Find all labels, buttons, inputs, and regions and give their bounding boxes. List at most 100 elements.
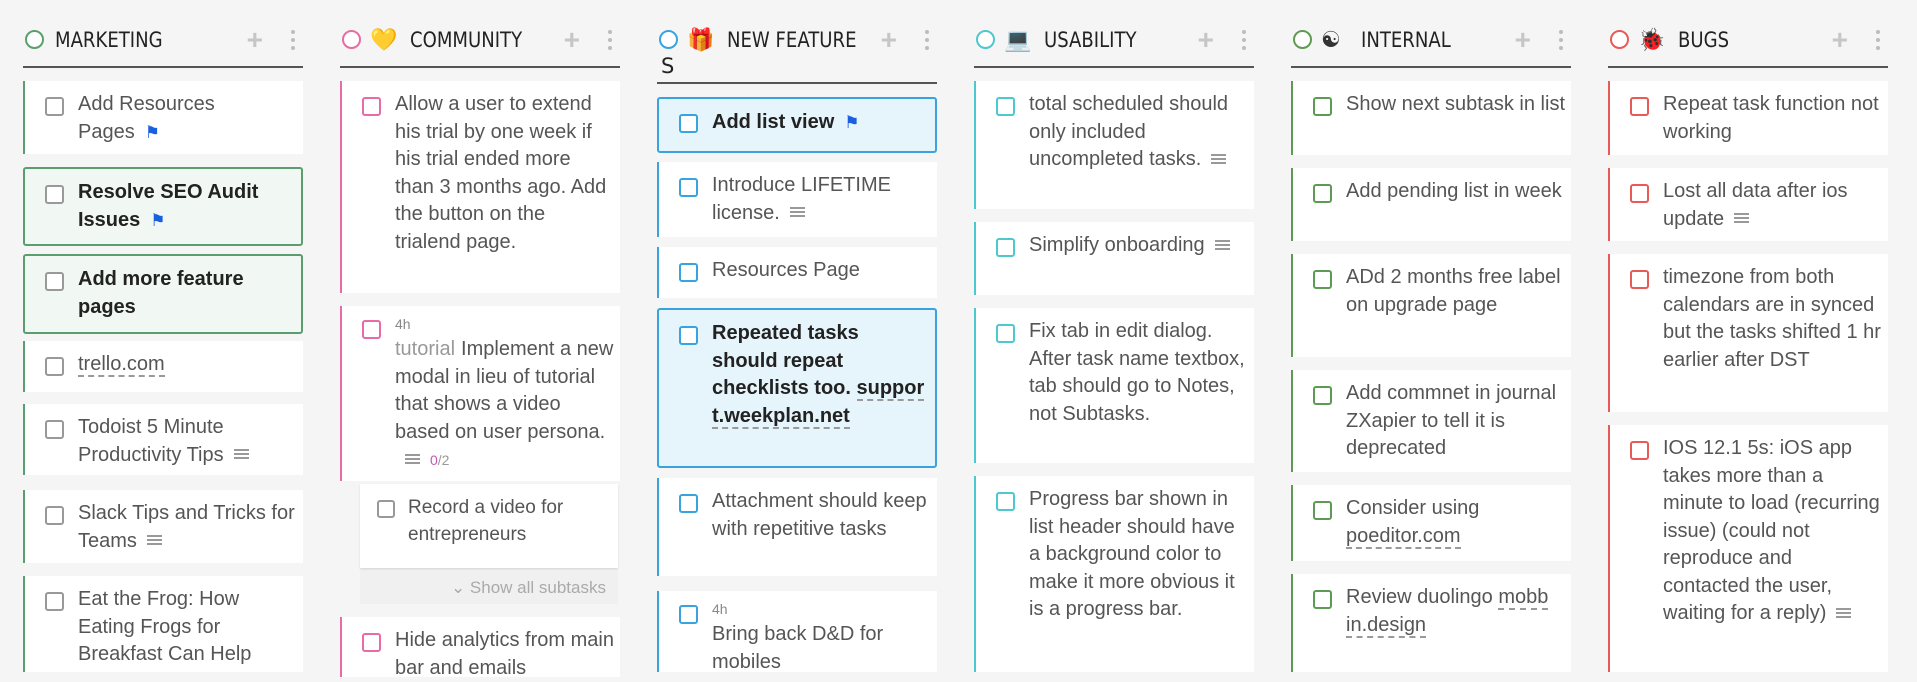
task-link[interactable]: poeditor.com bbox=[1346, 524, 1461, 549]
task-checkbox[interactable] bbox=[996, 238, 1015, 257]
task-text[interactable]: trello.com bbox=[78, 351, 298, 379]
task-checkbox[interactable] bbox=[362, 633, 381, 652]
task-checkbox[interactable] bbox=[45, 272, 64, 291]
add-task-icon[interactable]: + bbox=[247, 26, 263, 54]
task-text[interactable]: Consider using poeditor.com bbox=[1346, 495, 1566, 550]
column-title[interactable]: INTERNAL bbox=[1361, 28, 1451, 53]
task-card[interactable]: trello.com bbox=[23, 341, 303, 392]
subtask-text[interactable]: Record a video for entrepreneurs bbox=[408, 494, 608, 548]
add-task-icon[interactable]: + bbox=[1832, 26, 1848, 54]
task-text[interactable]: Bring back D&D for mobiles bbox=[712, 621, 932, 676]
add-task-icon[interactable]: + bbox=[1198, 26, 1214, 54]
task-card[interactable]: Consider using poeditor.com bbox=[1291, 485, 1571, 561]
task-card[interactable]: Progress bar shown in list header should… bbox=[974, 476, 1254, 672]
column-title[interactable]: BUGS bbox=[1678, 28, 1729, 53]
task-checkbox[interactable] bbox=[1630, 97, 1649, 116]
task-checkbox[interactable] bbox=[45, 506, 64, 525]
column-title[interactable]: NEW FEATURE bbox=[727, 28, 856, 53]
task-text[interactable]: Allow a user to extend his trial by one … bbox=[395, 91, 615, 256]
task-checkbox[interactable] bbox=[45, 97, 64, 116]
task-text[interactable]: Resolve SEO Audit Issues ⚑ bbox=[78, 179, 298, 234]
task-text[interactable]: Show next subtask in list bbox=[1346, 91, 1566, 119]
task-card[interactable]: Repeat task function not working bbox=[1608, 81, 1888, 155]
task-card[interactable]: IOS 12.1 5s: iOS app takes more than a m… bbox=[1608, 425, 1888, 672]
task-text[interactable]: Simplify onboarding bbox=[1029, 232, 1249, 260]
task-text[interactable]: Add Resources Pages ⚑ bbox=[78, 91, 298, 146]
task-checkbox[interactable] bbox=[1313, 386, 1332, 405]
task-text[interactable]: Hide analytics from main bar and emails bbox=[395, 627, 615, 682]
task-card[interactable]: timezone from both calendars are in sync… bbox=[1608, 254, 1888, 412]
task-checkbox[interactable] bbox=[1313, 184, 1332, 203]
task-checkbox[interactable] bbox=[679, 605, 698, 624]
task-checkbox[interactable] bbox=[996, 97, 1015, 116]
task-text[interactable]: Add list view ⚑ bbox=[712, 109, 932, 137]
column-complete-circle-icon[interactable] bbox=[1293, 30, 1312, 49]
task-checkbox[interactable] bbox=[679, 263, 698, 282]
task-text[interactable]: ADd 2 months free label on upgrade page bbox=[1346, 264, 1566, 319]
task-card[interactable]: Add Resources Pages ⚑ bbox=[23, 81, 303, 154]
task-card[interactable]: Introduce LIFETIME license. bbox=[657, 162, 937, 237]
task-card[interactable]: Add list view ⚑ bbox=[657, 97, 937, 153]
task-text[interactable]: Eat the Frog: How Eating Frogs for Break… bbox=[78, 586, 298, 669]
task-card[interactable]: Lost all data after ios update bbox=[1608, 168, 1888, 241]
more-options-icon[interactable] bbox=[1242, 30, 1248, 52]
task-checkbox[interactable] bbox=[996, 492, 1015, 511]
task-checkbox[interactable] bbox=[45, 357, 64, 376]
tag-label[interactable]: tutorial bbox=[395, 338, 455, 360]
task-text[interactable]: Fix tab in edit dialog. After task name … bbox=[1029, 318, 1249, 428]
task-text[interactable]: Lost all data after ios update bbox=[1663, 178, 1883, 233]
task-card[interactable]: total scheduled should only included unc… bbox=[974, 81, 1254, 209]
task-card[interactable]: 4h Bring back D&D for mobiles bbox=[657, 591, 937, 673]
subtask-checkbox[interactable] bbox=[377, 500, 395, 518]
task-text[interactable]: timezone from both calendars are in sync… bbox=[1663, 264, 1883, 374]
task-text[interactable]: Progress bar shown in list header should… bbox=[1029, 486, 1249, 624]
task-card[interactable]: Allow a user to extend his trial by one … bbox=[340, 81, 620, 293]
task-checkbox[interactable] bbox=[679, 326, 698, 345]
task-text[interactable]: Add more feature pages bbox=[78, 266, 298, 321]
task-text[interactable]: Repeat task function not working bbox=[1663, 91, 1883, 146]
column-title[interactable]: MARKETING bbox=[55, 28, 163, 53]
task-text[interactable]: Review duolingo mobbin.design bbox=[1346, 584, 1551, 639]
task-text[interactable]: Slack Tips and Tricks for Teams bbox=[78, 500, 298, 555]
more-options-icon[interactable] bbox=[925, 30, 931, 52]
task-text[interactable]: total scheduled should only included unc… bbox=[1029, 91, 1249, 174]
task-card[interactable]: Review duolingo mobbin.design bbox=[1291, 574, 1571, 672]
column-title[interactable]: USABILITY bbox=[1044, 28, 1137, 53]
task-checkbox[interactable] bbox=[362, 320, 381, 339]
task-card[interactable]: ADd 2 months free label on upgrade page bbox=[1291, 254, 1571, 357]
task-card[interactable]: Repeated tasks should repeat checklists … bbox=[657, 308, 937, 468]
task-card[interactable]: Slack Tips and Tricks for Teams bbox=[23, 490, 303, 563]
column-complete-circle-icon[interactable] bbox=[1610, 30, 1629, 49]
add-task-icon[interactable]: + bbox=[564, 26, 580, 54]
task-text[interactable]: Todoist 5 Minute Productivity Tips bbox=[78, 414, 298, 469]
task-card[interactable]: Simplify onboarding bbox=[974, 222, 1254, 295]
task-text[interactable]: Attachment should keep with repetitive t… bbox=[712, 488, 932, 543]
task-card[interactable]: Add pending list in week bbox=[1291, 168, 1571, 241]
task-checkbox[interactable] bbox=[1313, 270, 1332, 289]
task-checkbox[interactable] bbox=[362, 97, 381, 116]
task-card[interactable]: Show next subtask in list bbox=[1291, 81, 1571, 155]
task-card[interactable]: Fix tab in edit dialog. After task name … bbox=[974, 308, 1254, 463]
task-text[interactable]: Repeated tasks should repeat checklists … bbox=[712, 320, 927, 430]
task-link[interactable]: trello.com bbox=[78, 353, 165, 377]
task-checkbox[interactable] bbox=[45, 420, 64, 439]
task-card[interactable]: Attachment should keep with repetitive t… bbox=[657, 478, 937, 576]
task-card[interactable]: 4h tutorial Implement a new modal in lieu… bbox=[340, 306, 620, 481]
task-text[interactable]: IOS 12.1 5s: iOS app takes more than a m… bbox=[1663, 435, 1883, 628]
task-card[interactable]: Todoist 5 Minute Productivity Tips bbox=[23, 404, 303, 475]
add-task-icon[interactable]: + bbox=[1515, 26, 1531, 54]
task-text[interactable]: Introduce LIFETIME license. bbox=[712, 172, 932, 227]
task-text[interactable]: Resources Page bbox=[712, 257, 932, 285]
task-checkbox[interactable] bbox=[1313, 590, 1332, 609]
add-task-icon[interactable]: + bbox=[881, 26, 897, 54]
show-all-subtasks-button[interactable]: ⌄ Show all subtasks bbox=[451, 578, 606, 598]
task-checkbox[interactable] bbox=[679, 494, 698, 513]
task-checkbox[interactable] bbox=[996, 324, 1015, 343]
task-card[interactable]: Add more feature pages bbox=[23, 254, 303, 334]
task-card[interactable]: Resolve SEO Audit Issues ⚑ bbox=[23, 167, 303, 246]
task-text[interactable]: tutorial Implement a new modal in lieu of… bbox=[395, 336, 615, 475]
task-checkbox[interactable] bbox=[679, 178, 698, 197]
column-complete-circle-icon[interactable] bbox=[342, 30, 361, 49]
task-checkbox[interactable] bbox=[1630, 184, 1649, 203]
task-checkbox[interactable] bbox=[679, 114, 698, 133]
